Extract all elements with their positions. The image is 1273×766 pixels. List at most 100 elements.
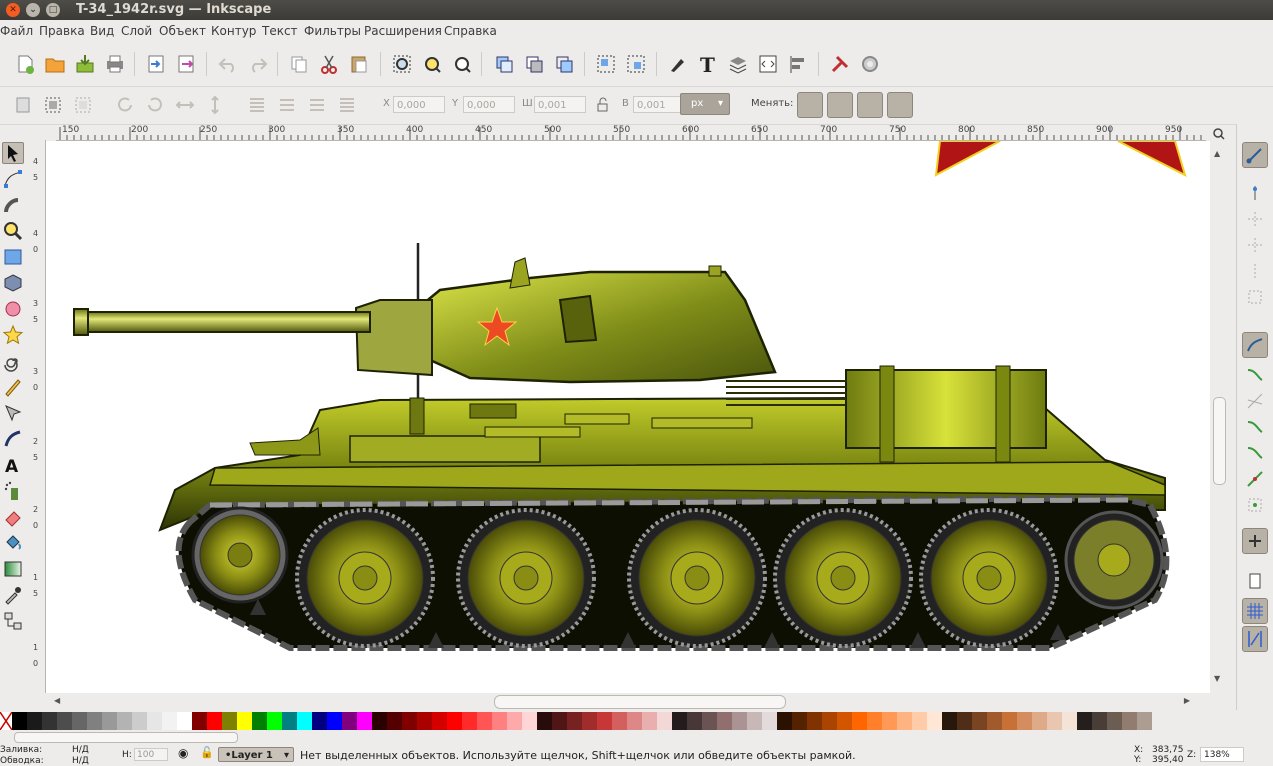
color-swatch[interactable] bbox=[792, 712, 807, 730]
decor-star-fragment[interactable] bbox=[934, 141, 1001, 177]
color-swatch[interactable] bbox=[852, 712, 867, 730]
pencil-tool-icon[interactable] bbox=[2, 376, 24, 398]
snap-cusp-icon[interactable] bbox=[1244, 416, 1266, 438]
color-swatch[interactable] bbox=[387, 712, 402, 730]
color-swatch[interactable] bbox=[1107, 712, 1122, 730]
color-swatch[interactable] bbox=[972, 712, 987, 730]
color-swatch[interactable] bbox=[1062, 712, 1077, 730]
gun-barrel[interactable] bbox=[79, 311, 371, 333]
stowage-box[interactable] bbox=[349, 435, 541, 463]
eraser-tool-icon[interactable] bbox=[2, 506, 24, 528]
import-icon[interactable] bbox=[145, 53, 167, 75]
y-spinbox[interactable]: 0,000 bbox=[463, 96, 515, 113]
save-document-icon[interactable] bbox=[74, 53, 96, 75]
node-tool-icon[interactable] bbox=[2, 168, 24, 190]
snap-bbox-corner-icon[interactable] bbox=[1244, 234, 1266, 256]
menu-text[interactable]: Текст bbox=[262, 24, 298, 38]
lower-to-bottom-icon[interactable] bbox=[246, 94, 268, 116]
color-swatch[interactable] bbox=[612, 712, 627, 730]
fuel-tank-strap[interactable] bbox=[995, 365, 1011, 463]
color-swatch[interactable] bbox=[12, 712, 27, 730]
layers-icon[interactable] bbox=[727, 53, 749, 75]
copy-icon[interactable] bbox=[288, 53, 310, 75]
eye-icon[interactable]: ◉ bbox=[178, 746, 188, 760]
vertical-ruler[interactable]: 4 5 4 0 3 5 3 0 2 5 2 0 1 5 1 0 bbox=[30, 140, 46, 693]
turret-ring[interactable] bbox=[409, 397, 425, 435]
zoom-drawing-icon[interactable] bbox=[421, 53, 443, 75]
close-window-button[interactable]: ✕ bbox=[6, 3, 20, 17]
spray-tool-icon[interactable] bbox=[2, 480, 24, 502]
lock-icon[interactable]: 🔓 bbox=[200, 746, 214, 759]
menu-path[interactable]: Контур bbox=[211, 24, 256, 38]
text-font-icon[interactable]: T bbox=[697, 53, 719, 75]
color-swatch[interactable] bbox=[582, 712, 597, 730]
text-tool-icon[interactable]: A bbox=[2, 454, 24, 477]
tweak-tool-icon[interactable] bbox=[2, 194, 24, 216]
color-swatch[interactable] bbox=[627, 712, 642, 730]
snap-bbox-edge-icon[interactable] bbox=[1244, 208, 1266, 230]
color-swatch[interactable] bbox=[1077, 712, 1092, 730]
select-all-layers-icon[interactable] bbox=[42, 94, 64, 116]
handrail[interactable] bbox=[651, 417, 753, 429]
horizontal-ruler[interactable]: 150 200 250 300 350 400 450 500 550 600 … bbox=[56, 125, 1206, 141]
color-swatch[interactable] bbox=[552, 712, 567, 730]
menu-view[interactable]: Вид bbox=[90, 24, 114, 38]
color-swatch[interactable] bbox=[1047, 712, 1062, 730]
color-swatch[interactable] bbox=[927, 712, 942, 730]
color-swatch[interactable] bbox=[1122, 712, 1137, 730]
road-wheels[interactable] bbox=[191, 506, 1164, 648]
color-swatch[interactable] bbox=[1002, 712, 1017, 730]
scroll-up-icon[interactable]: ▲ bbox=[1214, 149, 1220, 158]
color-swatch[interactable] bbox=[312, 712, 327, 730]
snap-intersections-icon[interactable] bbox=[1244, 390, 1266, 412]
color-swatch[interactable] bbox=[1092, 712, 1107, 730]
color-swatch[interactable] bbox=[912, 712, 927, 730]
document-properties-icon[interactable] bbox=[859, 53, 881, 75]
rectangle-tool-icon[interactable] bbox=[2, 246, 24, 268]
clone-icon[interactable] bbox=[523, 53, 545, 75]
lower-icon[interactable] bbox=[276, 94, 298, 116]
preferences-icon[interactable] bbox=[829, 53, 851, 75]
color-swatch[interactable] bbox=[357, 712, 372, 730]
snap-nodes-icon[interactable] bbox=[1242, 332, 1268, 358]
color-swatch[interactable] bbox=[207, 712, 222, 730]
color-swatch[interactable] bbox=[957, 712, 972, 730]
color-swatch[interactable] bbox=[282, 712, 297, 730]
horizontal-scroll-thumb[interactable] bbox=[494, 695, 786, 709]
color-swatch[interactable] bbox=[222, 712, 237, 730]
redo-icon[interactable] bbox=[247, 53, 269, 75]
snap-page-border-icon[interactable] bbox=[1244, 570, 1266, 592]
snap-smooth-icon[interactable] bbox=[1244, 442, 1266, 464]
color-swatch[interactable] bbox=[687, 712, 702, 730]
ellipse-tool-icon[interactable] bbox=[2, 298, 24, 320]
fuel-tank[interactable] bbox=[845, 369, 1047, 449]
snap-paths-icon[interactable] bbox=[1244, 364, 1266, 386]
open-document-icon[interactable] bbox=[44, 53, 66, 75]
color-swatch[interactable] bbox=[42, 712, 57, 730]
calligraphy-tool-icon[interactable] bbox=[2, 428, 24, 450]
unit-select[interactable]: px ▾ bbox=[680, 93, 730, 115]
scroll-left-icon[interactable]: ◀ bbox=[54, 696, 60, 705]
color-swatch[interactable] bbox=[732, 712, 747, 730]
color-swatch[interactable] bbox=[267, 712, 282, 730]
snap-rotation-center-icon[interactable] bbox=[1242, 528, 1268, 554]
handrail[interactable] bbox=[484, 426, 581, 438]
raise-to-top-icon[interactable] bbox=[336, 94, 358, 116]
export-icon[interactable] bbox=[175, 53, 197, 75]
turret-port[interactable] bbox=[558, 294, 598, 344]
color-swatch[interactable] bbox=[522, 712, 537, 730]
xml-editor-icon[interactable] bbox=[757, 53, 779, 75]
color-swatch[interactable] bbox=[462, 712, 477, 730]
color-swatch[interactable] bbox=[672, 712, 687, 730]
color-swatch[interactable] bbox=[942, 712, 957, 730]
color-swatch[interactable] bbox=[72, 712, 87, 730]
menu-filters[interactable]: Фильтры bbox=[304, 24, 361, 38]
snap-bbox-center-icon[interactable] bbox=[1244, 286, 1266, 308]
undo-icon[interactable] bbox=[217, 53, 239, 75]
scroll-down-icon[interactable]: ▼ bbox=[1214, 674, 1220, 683]
palette-scroll-thumb[interactable] bbox=[14, 732, 238, 743]
selector-tool-icon[interactable] bbox=[2, 142, 24, 164]
zoom-field[interactable]: 138% bbox=[1200, 747, 1244, 762]
color-swatch[interactable] bbox=[597, 712, 612, 730]
dropper-tool-icon[interactable] bbox=[2, 584, 24, 606]
